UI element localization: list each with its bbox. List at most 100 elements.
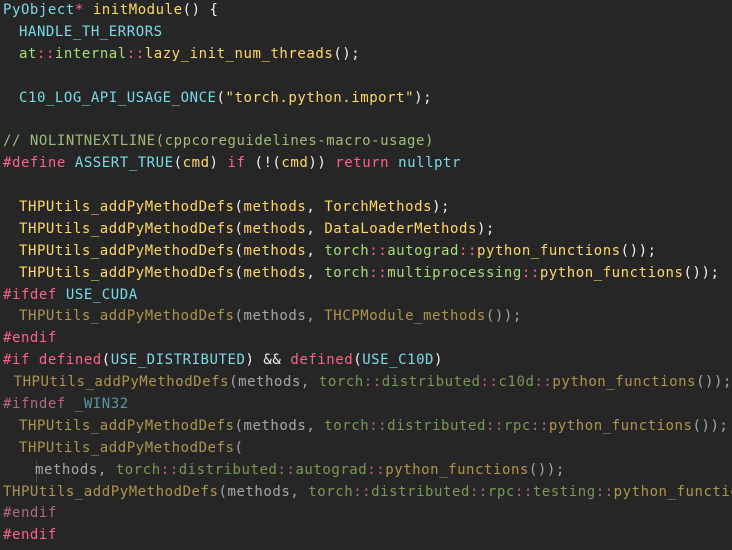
code-line[interactable] bbox=[0, 175, 732, 197]
code-token: THPUtils_addPyMethodDefs bbox=[19, 308, 235, 325]
code-token: :: bbox=[367, 461, 386, 478]
code-line[interactable]: HANDLE_TH_ERRORS bbox=[0, 22, 732, 44]
code-line[interactable]: methods, torch:: distributed:: autograd:: p… bbox=[0, 459, 732, 482]
code-token: python_functions bbox=[548, 417, 693, 434]
code-token: C10_LOG_API_USAGE_ONCE bbox=[19, 89, 217, 106]
code-token: ( bbox=[101, 352, 111, 369]
code-line[interactable]: #endif bbox=[0, 503, 732, 525]
code-token: ); bbox=[414, 89, 433, 106]
code-token: (methods, bbox=[234, 417, 325, 434]
code-token: :: bbox=[277, 461, 296, 478]
code-line[interactable]: THPUtils_addPyMethodDefs(methods, torch:… bbox=[0, 372, 732, 394]
code-token: methods bbox=[243, 264, 307, 281]
code-token: distributed bbox=[387, 417, 486, 434]
code-line[interactable]: THPUtils_addPyMethodDefs( bbox=[0, 438, 732, 460]
code-line[interactable]: THPUtils_addPyMethodDefs(methods, torch:… bbox=[0, 241, 732, 263]
code-token: ()); bbox=[620, 242, 657, 259]
code-token: #if bbox=[3, 352, 30, 369]
code-line[interactable]: // NOLINTNEXTLINE(cppcoreguidelines-macr… bbox=[0, 131, 732, 153]
code-token: autograd bbox=[295, 461, 368, 478]
code-token: (); bbox=[333, 45, 361, 62]
code-token: internal bbox=[54, 45, 127, 62]
code-line[interactable] bbox=[0, 66, 732, 88]
code-token: #endif bbox=[3, 505, 57, 522]
code-token: :: bbox=[369, 242, 388, 259]
code-token: ( bbox=[353, 352, 363, 369]
code-line[interactable]: THPUtils_addPyMethodDefs(methods, torch:… bbox=[0, 416, 732, 438]
code-token: distributed bbox=[371, 483, 470, 500]
code-line[interactable]: PyObject * initModule() { bbox=[0, 0, 732, 22]
code-token: // NOLINTNEXTLINE(cppcoreguidelines-macr… bbox=[3, 133, 434, 150]
code-line[interactable]: #endif bbox=[0, 525, 732, 547]
code-token: :: bbox=[126, 45, 145, 62]
code-token: ( bbox=[234, 199, 244, 216]
code-line[interactable]: #ifndef _WIN32 bbox=[0, 394, 732, 416]
code-editor[interactable]: PyObject * initModule() {HANDLE_TH_ERRORS… bbox=[0, 0, 732, 550]
code-token: ( bbox=[234, 439, 244, 456]
code-token: DataLoaderMethods bbox=[324, 220, 477, 237]
code-token: :: bbox=[485, 417, 504, 434]
code-token: cmd bbox=[281, 155, 309, 172]
code-token: :: bbox=[595, 483, 614, 500]
code-line[interactable] bbox=[0, 109, 732, 131]
code-token: python_functions bbox=[613, 483, 732, 500]
code-token: THPUtils_addPyMethodDefs bbox=[19, 264, 235, 281]
code-token: ()); bbox=[696, 374, 732, 391]
code-token: ); bbox=[476, 220, 495, 237]
code-token: :: bbox=[353, 483, 372, 500]
code-line[interactable]: THPUtils_addPyMethodDefs(methods, torch:… bbox=[0, 482, 732, 504]
code-token: THPUtils_addPyMethodDefs bbox=[19, 199, 235, 216]
code-line[interactable]: THPUtils_addPyMethodDefs (methods, THCPMo… bbox=[0, 306, 732, 328]
code-token: ( bbox=[234, 242, 244, 259]
code-token: PyObject bbox=[3, 2, 75, 18]
code-token: _WIN32 bbox=[74, 396, 129, 413]
code-token: ) bbox=[434, 352, 444, 369]
code-token: , bbox=[306, 242, 325, 259]
code-token: nullptr bbox=[398, 155, 461, 172]
code-token: methods bbox=[243, 242, 307, 259]
code-token: USE_C10D bbox=[362, 352, 435, 369]
code-token: ()); bbox=[692, 417, 729, 434]
code-token: ( bbox=[234, 220, 244, 237]
code-token: :: bbox=[480, 374, 499, 391]
code-token: :: bbox=[36, 45, 55, 62]
code-token: :: bbox=[369, 264, 388, 281]
code-token: python_functions bbox=[477, 242, 621, 259]
code-token: TorchMethods bbox=[324, 199, 433, 216]
code-line[interactable]: THPUtils_addPyMethodDefs(methods, torch:… bbox=[0, 263, 732, 285]
code-token: ) bbox=[209, 155, 228, 172]
code-line[interactable]: #define ASSERT_TRUE(cmd) if (!(cmd)) ret… bbox=[0, 153, 732, 175]
code-token: rpc bbox=[503, 417, 531, 434]
code-token: USE_CUDA bbox=[65, 286, 138, 303]
code-token: :: bbox=[514, 483, 533, 500]
code-token: , bbox=[306, 220, 325, 237]
code-token: THPUtils_addPyMethodDefs bbox=[19, 220, 235, 237]
code-token: , bbox=[306, 264, 325, 281]
code-line[interactable]: THPUtils_addPyMethodDefs(methods, DataLo… bbox=[0, 219, 732, 241]
code-token: at bbox=[19, 45, 37, 62]
code-token: #define bbox=[3, 155, 66, 172]
code-line[interactable]: at:: internal:: lazy_init_num_threads (); bbox=[0, 44, 732, 66]
code-line[interactable]: #endif bbox=[0, 328, 732, 350]
code-token: defined bbox=[38, 352, 102, 369]
code-line[interactable]: C10_LOG_API_USAGE_ONCE("torch.python.imp… bbox=[0, 88, 732, 110]
code-token: distributed bbox=[178, 461, 278, 478]
code-token: THPUtils_addPyMethodDefs bbox=[19, 242, 235, 259]
code-token: #endif bbox=[3, 527, 57, 544]
code-line[interactable]: #ifdef USE_CUDA bbox=[0, 285, 732, 307]
code-token: "torch.python.import" bbox=[225, 89, 415, 106]
code-token: THPUtils_addPyMethodDefs bbox=[13, 374, 230, 391]
code-line[interactable]: THPUtils_addPyMethodDefs(methods, TorchM… bbox=[0, 197, 732, 219]
code-token: #endif bbox=[3, 330, 57, 347]
code-line[interactable]: #if defined(USE_DISTRIBUTED) && defined(… bbox=[0, 350, 732, 372]
code-token: torch bbox=[324, 264, 370, 281]
code-token: autograd bbox=[387, 242, 460, 259]
code-token: ); bbox=[432, 199, 451, 216]
code-token: python_functions bbox=[539, 264, 684, 281]
code-token: :: bbox=[534, 374, 553, 391]
code-token: :: bbox=[363, 374, 382, 391]
